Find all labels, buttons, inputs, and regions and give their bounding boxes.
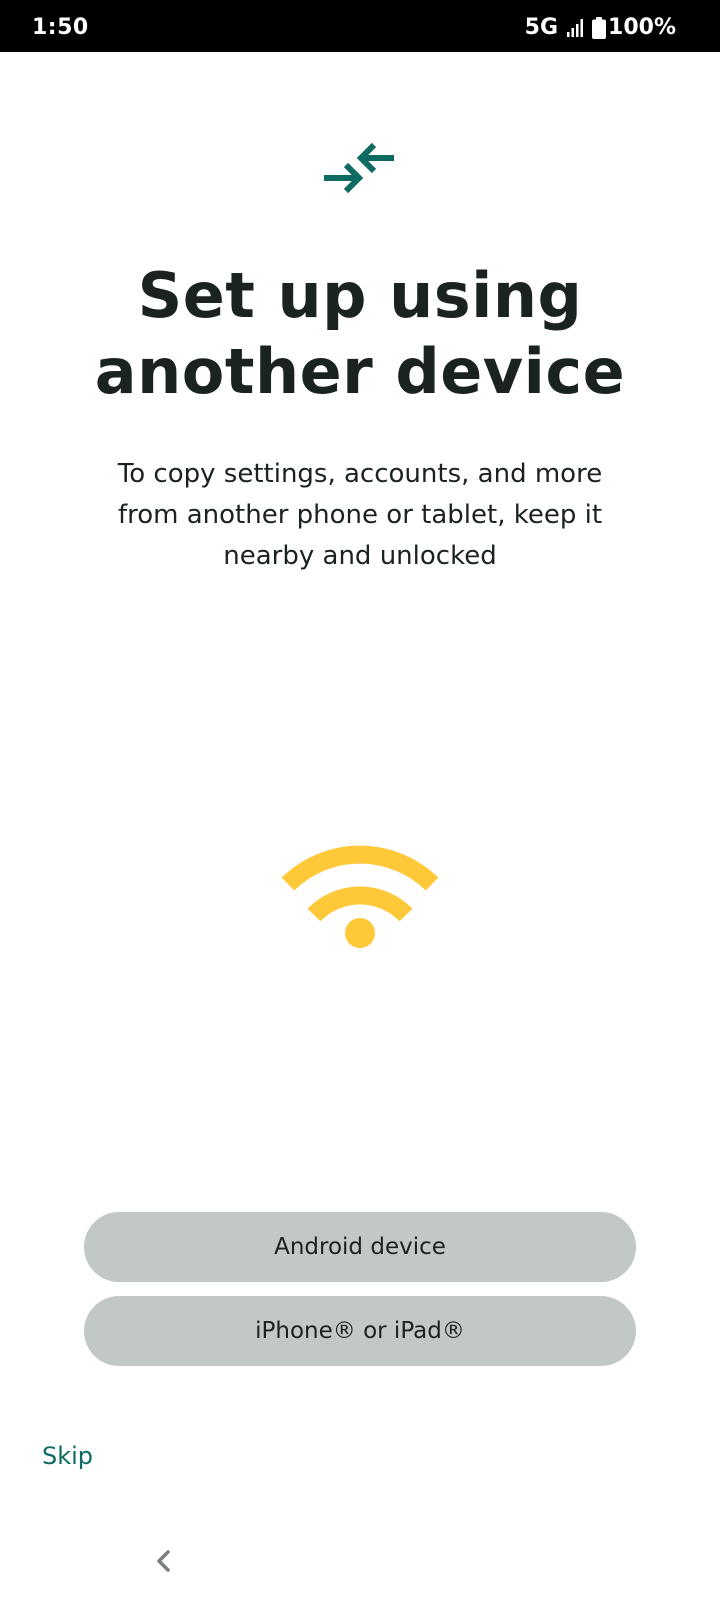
status-bar: 1:50 5G 100% <box>0 0 720 52</box>
battery-level: 100% <box>608 15 676 40</box>
android-device-button[interactable]: Android device <box>84 1212 636 1282</box>
page-title: Set up using another device <box>94 259 626 408</box>
battery-group: 100% <box>592 15 676 40</box>
transfer-arrows-icon <box>324 142 396 196</box>
chevron-left-icon[interactable] <box>152 1546 176 1576</box>
battery-icon <box>592 16 607 39</box>
wifi-icon <box>280 836 440 954</box>
signal-icon <box>566 18 584 38</box>
status-indicators: 5G 100% <box>525 15 676 40</box>
skip-link[interactable]: Skip <box>42 1442 93 1470</box>
page-subtitle: To copy settings, accounts, and more fro… <box>117 459 603 571</box>
status-time: 1:50 <box>32 15 89 40</box>
setup-screen: 1:50 5G 100% Set up using another device… <box>0 0 720 1604</box>
iphone-ipad-button[interactable]: iPhone® or iPad® <box>84 1296 636 1366</box>
network-type: 5G <box>524 15 559 40</box>
